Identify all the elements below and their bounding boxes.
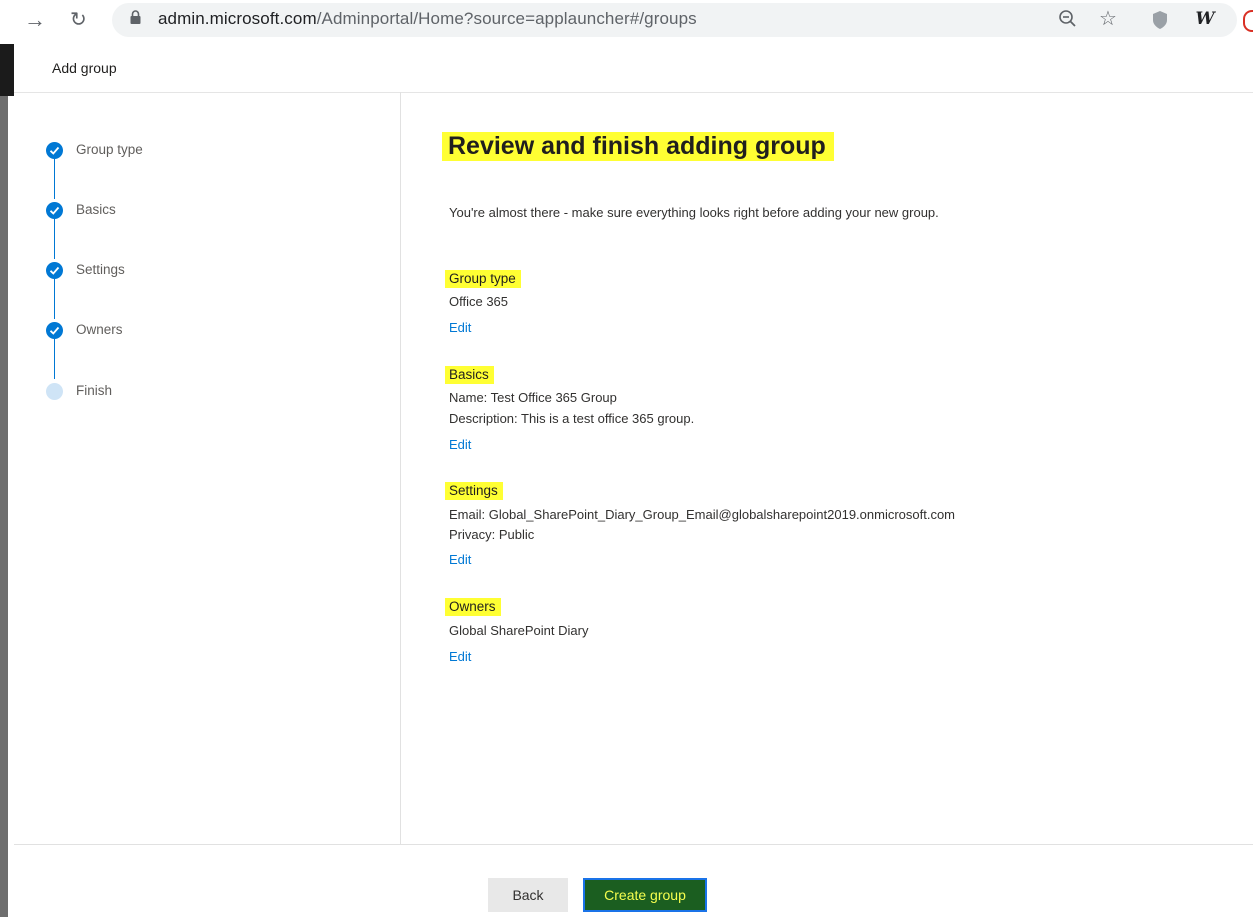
panel-title: Add group xyxy=(52,60,117,76)
check-circle-icon xyxy=(46,322,63,339)
create-group-button[interactable]: Create group xyxy=(583,878,707,912)
section-heading-group-type: Group type xyxy=(445,270,521,288)
zoom-out-icon[interactable] xyxy=(1058,9,1078,29)
step-label: Basics xyxy=(76,202,116,217)
section-heading-owners: Owners xyxy=(445,598,501,616)
extension-w-icon[interactable]: W xyxy=(1193,7,1217,31)
bookmark-star-icon[interactable]: ☆ xyxy=(1099,6,1117,31)
owners-value: Global SharePoint Diary xyxy=(449,623,589,638)
step-connector xyxy=(54,219,55,259)
check-circle-icon xyxy=(46,262,63,279)
reload-icon[interactable]: ↻ xyxy=(70,8,87,32)
step-connector xyxy=(54,339,55,379)
section-heading-basics: Basics xyxy=(445,366,494,384)
check-circle-icon xyxy=(46,142,63,159)
page-title: Review and finish adding group xyxy=(442,132,834,161)
header-divider xyxy=(14,92,1253,93)
browser-extension-icon[interactable] xyxy=(1243,10,1253,32)
settings-email-value: Email: Global_SharePoint_Diary_Group_Ema… xyxy=(449,507,956,522)
step-connector xyxy=(54,159,55,199)
steps-divider xyxy=(400,92,401,844)
edit-basics-link[interactable]: Edit xyxy=(449,437,471,452)
section-heading-settings: Settings xyxy=(445,482,503,500)
basics-description-value: Description: This is a test office 365 g… xyxy=(449,411,695,426)
browser-toolbar: → ↻ admin.microsoft.com/Adminportal/Home… xyxy=(0,0,1253,42)
intro-text: You're almost there - make sure everythi… xyxy=(449,205,939,220)
url-text[interactable]: admin.microsoft.com/Adminportal/Home?sou… xyxy=(158,9,697,29)
edit-settings-link[interactable]: Edit xyxy=(449,552,471,567)
edit-owners-link[interactable]: Edit xyxy=(449,649,471,664)
step-label: Settings xyxy=(76,262,125,277)
forward-arrow-icon[interactable]: → xyxy=(24,8,46,32)
check-circle-icon xyxy=(46,202,63,219)
back-button[interactable]: Back xyxy=(488,878,568,912)
step-label: Finish xyxy=(76,383,113,398)
settings-privacy-value: Privacy: Public xyxy=(449,527,535,542)
current-step-dot-icon xyxy=(46,383,63,400)
shield-extension-icon[interactable] xyxy=(1152,10,1168,30)
step-label: Group type xyxy=(76,142,143,157)
step-connector xyxy=(54,279,55,319)
group-type-value: Office 365 xyxy=(449,294,509,309)
window-edge xyxy=(0,44,14,96)
footer-divider xyxy=(14,844,1253,845)
page-scroll-edge xyxy=(0,96,8,917)
lock-icon xyxy=(130,10,141,24)
step-label: Owners xyxy=(76,322,123,337)
edit-group-type-link[interactable]: Edit xyxy=(449,320,471,335)
basics-name-value: Name: Test Office 365 Group xyxy=(449,390,617,405)
